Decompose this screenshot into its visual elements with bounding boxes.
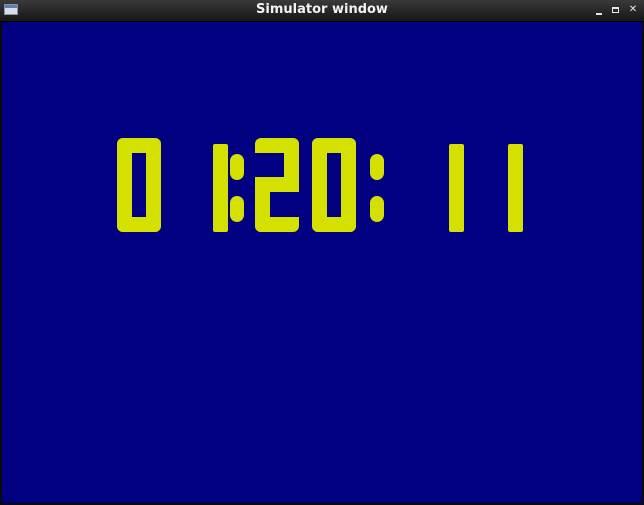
title-bar[interactable]: Simulator window ✕ xyxy=(0,0,644,22)
minimize-button[interactable] xyxy=(592,3,606,17)
window-title: Simulator window xyxy=(256,2,388,17)
digit-segment xyxy=(312,138,327,185)
digit-segment xyxy=(449,144,464,232)
digit-segment xyxy=(255,185,270,232)
maximize-icon xyxy=(612,7,619,13)
colon-dot xyxy=(370,154,384,180)
digit-segment xyxy=(255,177,299,192)
digit-segment xyxy=(117,185,132,232)
maximize-button[interactable] xyxy=(609,3,623,17)
minimize-icon xyxy=(596,13,602,15)
digit-segment xyxy=(213,144,228,232)
colon-dot xyxy=(230,154,244,180)
digit-segment xyxy=(341,138,356,185)
digit-segment xyxy=(312,185,327,232)
digit-segment xyxy=(146,185,161,232)
digit-segment xyxy=(146,138,161,185)
colon-dot xyxy=(230,196,244,222)
simulator-display: 01:20:11 xyxy=(2,22,642,503)
digit-segment xyxy=(117,138,132,185)
close-button[interactable]: ✕ xyxy=(626,3,640,17)
close-icon: ✕ xyxy=(628,4,638,15)
colon-dot xyxy=(370,196,384,222)
clock-time-text: 01:20:11 xyxy=(2,22,3,23)
digit-segment xyxy=(508,144,523,232)
simulator-window: Simulator window ✕ 01:20:11 xyxy=(0,0,644,505)
digit-segment xyxy=(341,185,356,232)
